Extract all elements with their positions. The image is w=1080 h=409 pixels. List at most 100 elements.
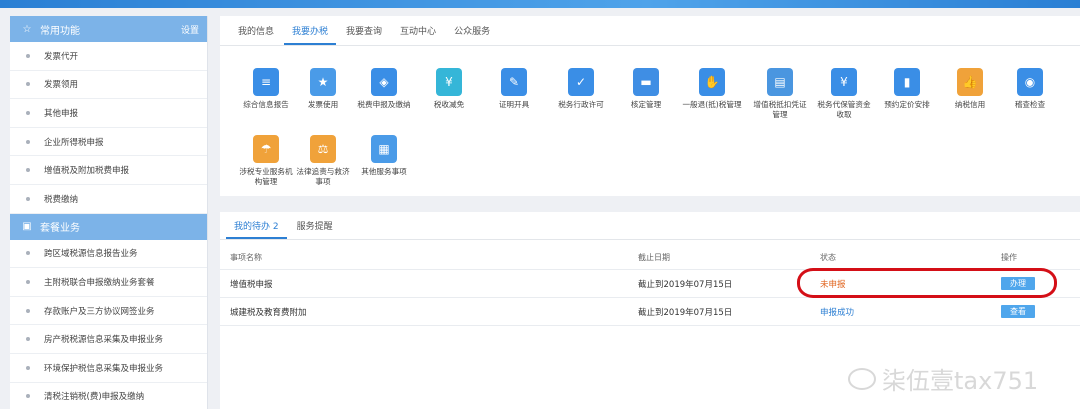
sidebar-item-label: 环境保护税信息采集及申报业务 bbox=[44, 363, 164, 374]
sidebar-item[interactable]: 税费缴纳 bbox=[10, 185, 207, 214]
view-button[interactable]: 查看 bbox=[1001, 305, 1035, 318]
sidebar-item-label: 发票领用 bbox=[44, 80, 79, 91]
service-tile[interactable]: ▮ 预约定价安排 bbox=[877, 68, 937, 110]
row-item-name: 城建税及教育费附加 bbox=[230, 307, 307, 318]
sidebar-group-title: 套餐业务 bbox=[40, 223, 80, 235]
service-label: 核定管理 bbox=[630, 100, 662, 109]
sidebar-item-label: 跨区域税源信息报告业务 bbox=[44, 249, 138, 260]
service-tile[interactable]: ☂ 涉税专业服务机构管理 bbox=[236, 135, 296, 187]
sidebar-item[interactable]: 发票代开 bbox=[10, 42, 207, 71]
row-deadline: 截止到2019年07月15日 bbox=[638, 307, 733, 318]
service-label: 法律追责与救济事项 bbox=[296, 167, 350, 186]
tab-my-todo[interactable]: 我的待办 2 bbox=[226, 219, 287, 239]
chart-doc-icon: ▮ bbox=[894, 68, 920, 96]
header-status: 状态 bbox=[820, 253, 836, 262]
bullet-icon bbox=[26, 251, 30, 256]
bullet-icon bbox=[26, 394, 30, 399]
sidebar-item-label: 企业所得税申报 bbox=[44, 137, 104, 148]
star-icon: ☆ bbox=[22, 23, 32, 35]
service-tile[interactable]: ◈ 税费申报及缴纳 bbox=[354, 68, 414, 110]
gavel-icon: ⚖ bbox=[310, 135, 336, 163]
service-tile[interactable]: ¥ 税务代保管资金收取 bbox=[814, 68, 874, 120]
sidebar-item[interactable]: 增值税及附加税费申报 bbox=[10, 156, 207, 185]
bullet-icon bbox=[26, 139, 30, 144]
service-tile[interactable]: ✓ 税务行政许可 bbox=[551, 68, 611, 110]
service-label: 综合信息报告 bbox=[243, 100, 289, 109]
nav-tabs: 我的信息 我要办税 我要查询 互动中心 公众服务 bbox=[220, 16, 1080, 46]
tab-public-service[interactable]: 公众服务 bbox=[446, 24, 498, 45]
tab-my-info[interactable]: 我的信息 bbox=[230, 24, 282, 45]
layers-icon: ◈ bbox=[371, 68, 397, 96]
sidebar-group-package[interactable]: ▣ 套餐业务 bbox=[10, 213, 207, 240]
row-deadline: 截止到2019年07月15日 bbox=[638, 279, 733, 290]
service-label: 税收减免 bbox=[433, 100, 465, 109]
eye-doc-icon: ◉ bbox=[1017, 68, 1043, 96]
service-tile[interactable]: ¥ 税收减免 bbox=[419, 68, 479, 110]
highlight-annotation bbox=[797, 268, 1057, 298]
sidebar-item-label: 房产税税源信息采集及申报业务 bbox=[44, 335, 164, 346]
doc-report-icon: ≡ bbox=[253, 68, 279, 96]
service-label: 其他服务事项 bbox=[361, 167, 407, 176]
todo-table-header: 事项名称 截止日期 状态 操作 bbox=[220, 246, 1080, 270]
bullet-icon bbox=[26, 168, 30, 173]
tab-tax-handling[interactable]: 我要办税 bbox=[284, 24, 337, 45]
doc-check-icon: ✓ bbox=[568, 68, 594, 96]
service-label: 纳税信用 bbox=[954, 100, 986, 109]
tab-interaction[interactable]: 互动中心 bbox=[392, 24, 444, 45]
yen-down-icon: ¥ bbox=[436, 68, 462, 96]
umbrella-icon: ☂ bbox=[253, 135, 279, 163]
row-item-name: 增值税申报 bbox=[230, 279, 273, 290]
ledger-icon: ▤ bbox=[767, 68, 793, 96]
top-header-bar bbox=[0, 0, 1080, 8]
tab-query[interactable]: 我要查询 bbox=[338, 24, 390, 45]
hand-coin-icon: ✋ bbox=[699, 68, 725, 96]
sidebar-item[interactable]: 房产税税源信息采集及申报业务 bbox=[10, 325, 207, 354]
service-label: 一般退(抵)税管理 bbox=[682, 100, 742, 109]
tab-service-reminder[interactable]: 服务提醒 bbox=[289, 219, 341, 239]
sidebar-item-label: 存款账户及三方协议网签业务 bbox=[44, 306, 155, 317]
header-deadline: 截止日期 bbox=[638, 253, 670, 262]
sidebar-item[interactable]: 存款账户及三方协议网签业务 bbox=[10, 297, 207, 326]
header-action: 操作 bbox=[1001, 253, 1017, 262]
sidebar-item[interactable]: 跨区域税源信息报告业务 bbox=[10, 240, 207, 269]
bullet-icon bbox=[26, 279, 30, 284]
sidebar-item[interactable]: 其他申报 bbox=[10, 99, 207, 128]
sidebar-item[interactable]: 主附税联合申报缴纳业务套餐 bbox=[10, 268, 207, 297]
sidebar: ☆ 常用功能 设置 发票代开发票领用其他申报企业所得税申报增值税及附加税费申报税… bbox=[10, 16, 208, 409]
sidebar-item[interactable]: 环境保护税信息采集及申报业务 bbox=[10, 354, 207, 383]
sidebar-item[interactable]: 企业所得税申报 bbox=[10, 128, 207, 157]
sidebar-item[interactable]: 发票领用 bbox=[10, 71, 207, 100]
bullet-icon bbox=[26, 196, 30, 201]
service-label: 证明开具 bbox=[498, 100, 530, 109]
service-tile[interactable]: ✎ 证明开具 bbox=[484, 68, 544, 110]
package-icon: ▣ bbox=[22, 221, 32, 233]
service-tile[interactable]: ★ 发票使用 bbox=[293, 68, 353, 110]
table-row: 城建税及教育费附加 截止到2019年07月15日 申报成功 查看 bbox=[220, 298, 1080, 326]
service-panel: 我的信息 我要办税 我要查询 互动中心 公众服务 ≡ 综合信息报告 ★ 发票使用 ◈ 税费… bbox=[220, 16, 1080, 196]
service-tile[interactable]: ≡ 综合信息报告 bbox=[236, 68, 296, 110]
service-tile[interactable]: ⚖ 法律追责与救济事项 bbox=[293, 135, 353, 187]
settings-link[interactable]: 设置 bbox=[181, 23, 199, 36]
service-tile[interactable]: 👍 纳税信用 bbox=[940, 68, 1000, 110]
watermark-text: 柒伍壹tax751 bbox=[882, 367, 1039, 395]
service-tile[interactable]: ▦ 其他服务事项 bbox=[354, 135, 414, 177]
pen-icon: ✎ bbox=[501, 68, 527, 96]
sidebar-group-common[interactable]: ☆ 常用功能 设置 bbox=[10, 16, 207, 42]
service-label: 涉税专业服务机构管理 bbox=[239, 167, 293, 186]
bullet-icon bbox=[26, 53, 30, 58]
service-tile[interactable]: ✋ 一般退(抵)税管理 bbox=[682, 68, 742, 110]
sidebar-item-label: 其他申报 bbox=[44, 108, 79, 119]
service-label: 税务代保管资金收取 bbox=[817, 100, 871, 119]
tab-my-todo-label: 我的待办 bbox=[234, 222, 271, 232]
todo-count-badge: 2 bbox=[272, 222, 279, 232]
service-label: 税务行政许可 bbox=[558, 100, 604, 109]
sidebar-group-title: 常用功能 bbox=[40, 25, 80, 37]
row-action-cell: 查看 bbox=[1001, 298, 1035, 325]
sidebar-item[interactable]: 清税注销税(费)申报及缴纳 bbox=[10, 383, 207, 409]
bullet-icon bbox=[26, 308, 30, 313]
service-tile[interactable]: ◉ 稽查检查 bbox=[1000, 68, 1060, 110]
service-label: 稽查检查 bbox=[1014, 100, 1046, 109]
sidebar-item-label: 增值税及附加税费申报 bbox=[44, 166, 130, 177]
service-tile[interactable]: ▤ 增值税抵扣凭证管理 bbox=[750, 68, 810, 120]
service-tile[interactable]: ▬ 核定管理 bbox=[616, 68, 676, 110]
